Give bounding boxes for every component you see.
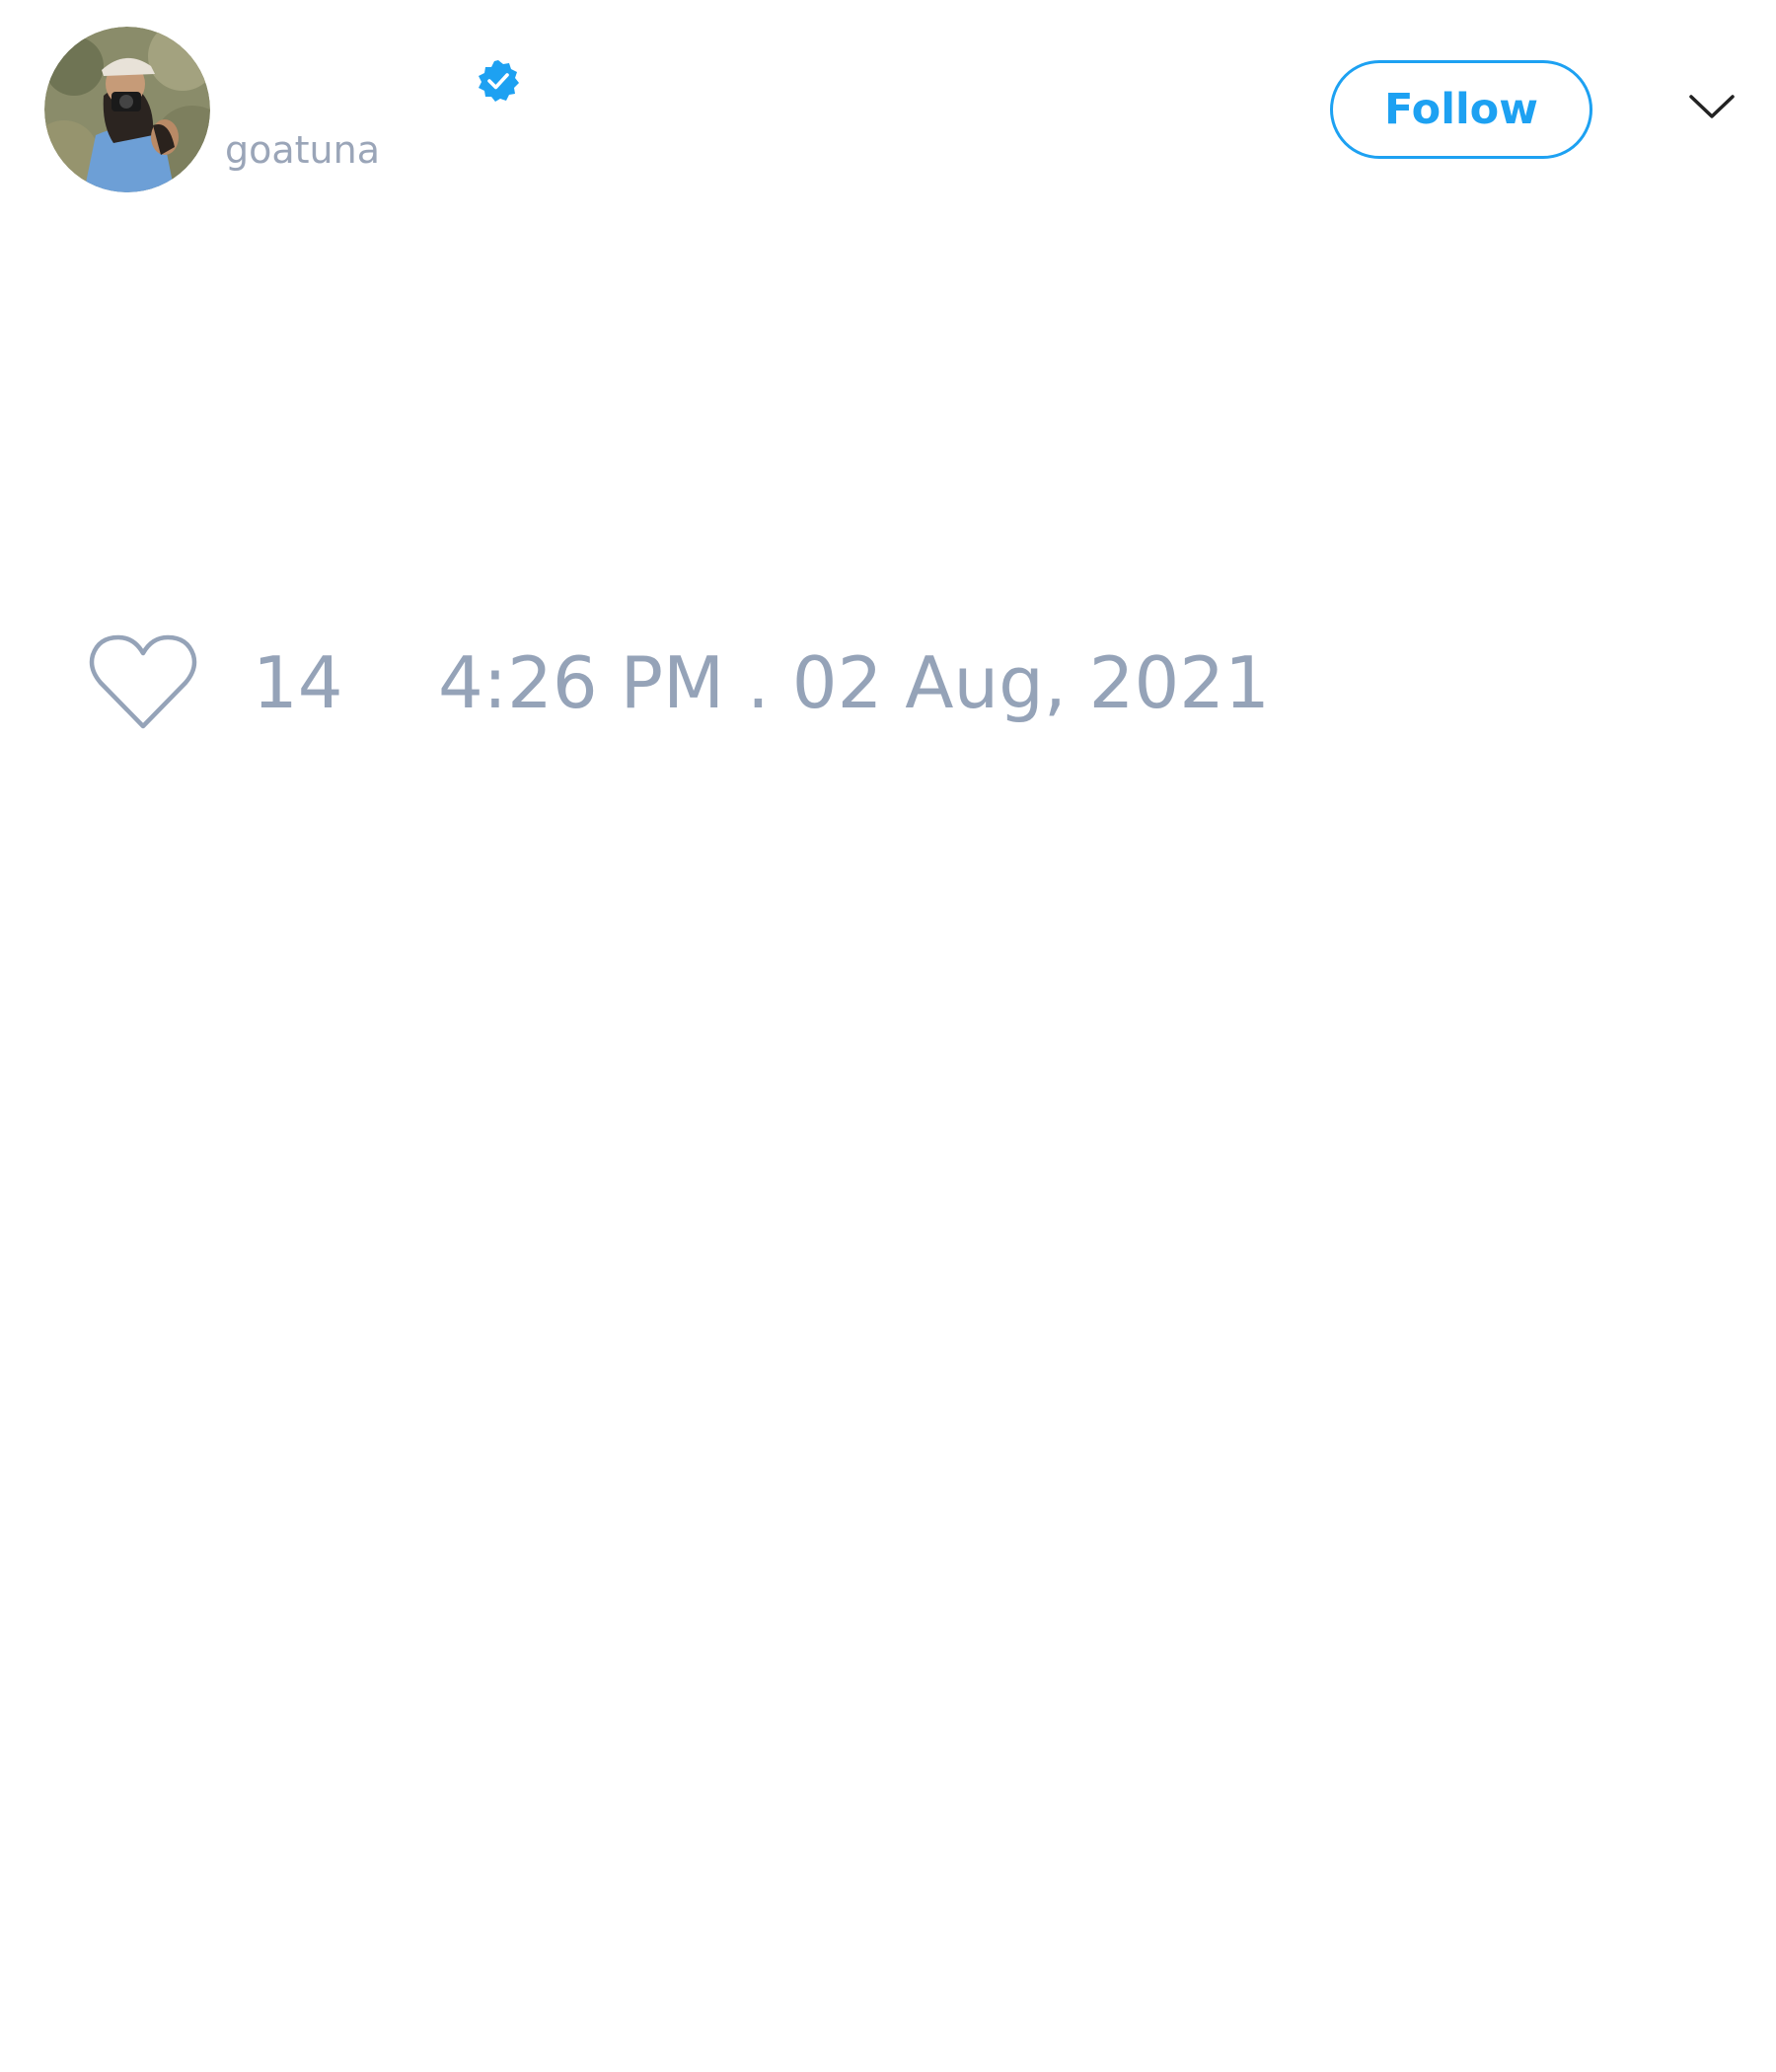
like-count: 14 [253, 641, 343, 724]
chevron-down-icon[interactable] [1687, 89, 1737, 124]
verified-badge-icon [476, 58, 521, 104]
avatar-photo [44, 27, 210, 192]
author-handle[interactable]: goatuna [225, 124, 380, 176]
tweet-timestamp[interactable]: 4:26 PM . 02 Aug, 2021 [438, 641, 1270, 724]
follow-button[interactable]: Follow [1330, 60, 1592, 159]
heart-icon [89, 634, 197, 729]
avatar[interactable] [44, 27, 210, 192]
like-button[interactable] [87, 631, 199, 734]
